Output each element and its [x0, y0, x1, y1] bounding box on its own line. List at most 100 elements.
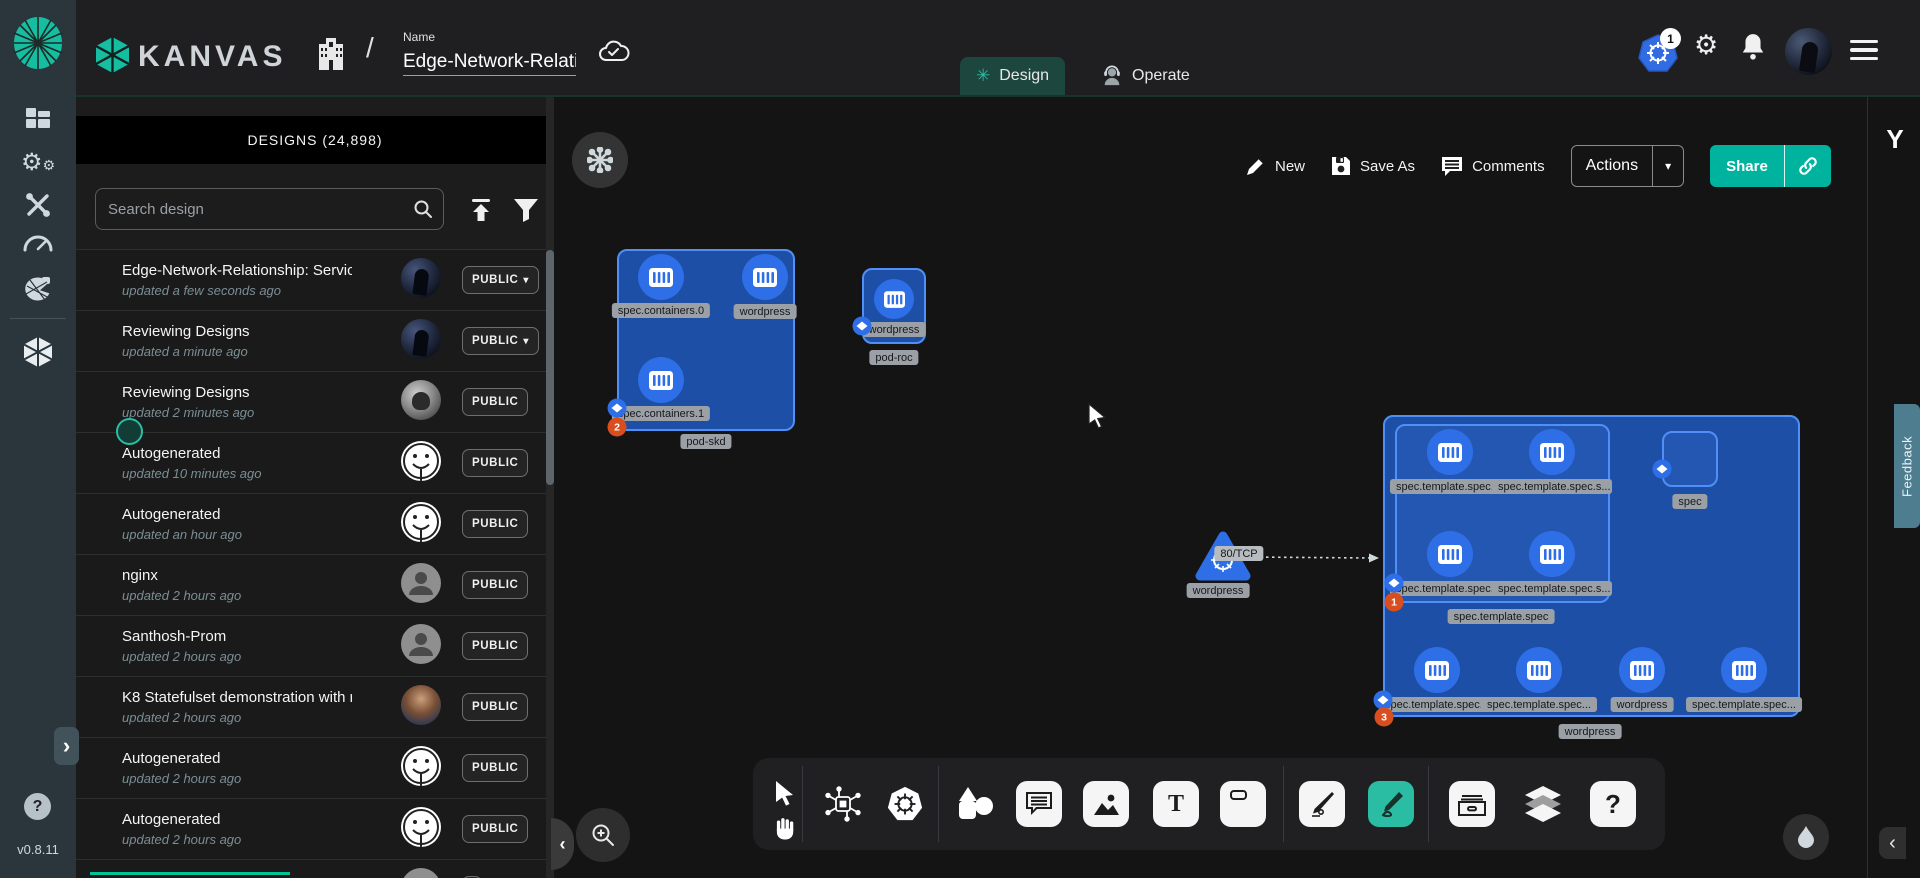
pod-badge-icon[interactable]	[1385, 574, 1404, 593]
droplet-icon[interactable]	[1783, 814, 1829, 860]
layer5-logo-icon[interactable]	[12, 15, 64, 71]
pen-tool[interactable]	[1299, 781, 1345, 827]
container-node[interactable]	[742, 254, 788, 300]
design-list-item[interactable]: Autogenerated updated 2 hours ago PUBLIC	[76, 798, 546, 859]
visibility-badge[interactable]: PUBLIC	[462, 815, 528, 843]
extensions-icon[interactable]	[0, 274, 76, 304]
help-icon[interactable]: ?	[24, 793, 51, 820]
pan-hand-tool[interactable]	[773, 814, 799, 840]
dock-collapse-chevron[interactable]: ‹	[1879, 827, 1906, 859]
error-count-badge[interactable]: 1	[1385, 593, 1404, 612]
container-node[interactable]	[1414, 647, 1460, 693]
configuration-tools-icon[interactable]	[0, 192, 76, 218]
zoom-in-button[interactable]	[576, 808, 630, 862]
organization-icon[interactable]	[317, 36, 345, 70]
design-title[interactable]: Autogenerated	[122, 506, 352, 523]
container-node[interactable]	[1427, 429, 1473, 475]
design-title[interactable]: Autogenerated	[122, 811, 352, 828]
visibility-badge[interactable]: PUBLIC ▾	[462, 327, 539, 355]
error-count-badge[interactable]: 3	[1375, 708, 1394, 727]
freeze-snowflake-button[interactable]	[572, 132, 628, 188]
design-list-scrollbar-track[interactable]	[546, 97, 554, 878]
help-tool[interactable]: ?	[1590, 781, 1636, 827]
container-node[interactable]	[638, 254, 684, 300]
container-node[interactable]	[1529, 531, 1575, 577]
share-button[interactable]: Share	[1710, 145, 1831, 187]
container-node[interactable]	[1516, 647, 1562, 693]
design-list-item[interactable]: Reviewing Designs updated a minute ago P…	[76, 310, 546, 371]
performance-gauge-icon[interactable]	[0, 234, 76, 252]
error-count-badge[interactable]: 2	[608, 418, 627, 437]
components-chip-tool[interactable]	[825, 786, 861, 822]
layers-tool[interactable]	[1520, 781, 1566, 827]
search-icon[interactable]	[413, 199, 443, 219]
visibility-badge[interactable]: PUBLIC	[462, 571, 528, 599]
visibility-badge[interactable]: PUBLIC	[462, 754, 528, 782]
tab-operate[interactable]: Operate	[1085, 57, 1206, 95]
container-node[interactable]	[1619, 647, 1665, 693]
designs-panel-collapse-chevron[interactable]: ‹	[551, 818, 574, 870]
design-title[interactable]: Edge-Network-Relationship: Service	[122, 262, 352, 279]
container-node[interactable]	[1529, 429, 1575, 475]
container-node[interactable]	[638, 357, 684, 403]
image-tool[interactable]	[1083, 781, 1129, 827]
design-name-input[interactable]	[403, 48, 576, 76]
design-list-item[interactable]: Reviewing Designs updated 2 minutes ago …	[76, 371, 546, 432]
design-title[interactable]: K8 Statefulset demonstration with mo	[122, 689, 352, 706]
filter-funnel-icon[interactable]	[513, 197, 539, 223]
pod-badge-icon[interactable]	[1653, 460, 1672, 479]
visibility-badge[interactable]: PUBLIC	[462, 449, 528, 477]
visibility-badge[interactable]: PUBLIC	[462, 693, 528, 721]
new-button[interactable]: New	[1245, 156, 1305, 177]
settings-gear-icon[interactable]: ⚙	[1694, 30, 1718, 61]
visibility-badge[interactable]: PUBLIC	[462, 510, 528, 538]
design-title[interactable]: Autogenerated	[122, 750, 352, 767]
menu-hamburger-icon[interactable]	[1850, 40, 1878, 60]
actions-button[interactable]: Actions ▾	[1571, 145, 1685, 187]
container-node[interactable]	[1721, 647, 1767, 693]
container-node[interactable]	[874, 279, 914, 319]
design-list-item[interactable]: nginx updated 2 hours ago PUBLIC	[76, 554, 546, 615]
design-list-item[interactable]: Edge-Network-Relationship: Service updat…	[76, 249, 546, 310]
sidebar-expand-chevron[interactable]: ›	[54, 727, 79, 765]
lifecycle-gears-icon[interactable]: ⚙⚙	[0, 148, 76, 176]
comment-annotation-tool[interactable]	[1016, 781, 1062, 827]
design-list-item[interactable]: K8 Statefulset demonstration with mo upd…	[76, 676, 546, 737]
upload-design-icon[interactable]	[468, 197, 494, 223]
caret-down-icon[interactable]: ▾	[1653, 159, 1683, 173]
shapes-tool[interactable]	[955, 785, 995, 823]
spec-group[interactable]	[1662, 431, 1718, 487]
design-list-item[interactable]: Autogenerated updated 2 hours ago PUBLIC	[76, 737, 546, 798]
visibility-badge[interactable]: PUBLIC ▾	[462, 266, 539, 294]
save-as-button[interactable]: Save As	[1331, 156, 1415, 176]
comments-button[interactable]: Comments	[1441, 156, 1545, 177]
design-title[interactable]: Reviewing Designs	[122, 384, 352, 401]
design-title[interactable]: Autogenerated	[122, 445, 352, 462]
notifications-bell-icon[interactable]	[1740, 32, 1766, 60]
pod-badge-icon[interactable]	[853, 317, 872, 336]
design-search-input[interactable]	[96, 201, 413, 218]
meshery-hexagon-icon[interactable]	[0, 336, 76, 368]
design-list-item[interactable]	[76, 859, 546, 878]
design-list-item[interactable]: Santhosh-Prom updated 2 hours ago PUBLIC	[76, 615, 546, 676]
pod-badge-icon[interactable]	[608, 399, 627, 418]
tab-design[interactable]: ✳ Design	[960, 57, 1065, 95]
freehand-draw-tool[interactable]	[1368, 781, 1414, 827]
design-title[interactable]: Santhosh-Prom	[122, 628, 352, 645]
container-node[interactable]	[1427, 531, 1473, 577]
design-list-scrollbar-thumb[interactable]	[546, 250, 554, 485]
design-title[interactable]: nginx	[122, 567, 352, 584]
copy-link-icon[interactable]	[1785, 155, 1831, 177]
design-search[interactable]	[95, 188, 444, 230]
drawer-archive-tool[interactable]	[1449, 781, 1495, 827]
note-tool[interactable]	[1220, 781, 1266, 827]
dashboard-icon[interactable]	[0, 108, 76, 130]
design-list-item[interactable]: Autogenerated updated 10 minutes ago PUB…	[76, 432, 546, 493]
validator-icon[interactable]: Y	[1880, 124, 1910, 155]
kubernetes-tool[interactable]	[886, 785, 924, 823]
select-cursor-tool[interactable]	[775, 780, 797, 806]
visibility-badge[interactable]: PUBLIC	[462, 632, 528, 660]
user-avatar[interactable]	[1785, 28, 1832, 75]
visibility-badge[interactable]: PUBLIC	[462, 388, 528, 416]
text-tool[interactable]: T	[1153, 781, 1199, 827]
